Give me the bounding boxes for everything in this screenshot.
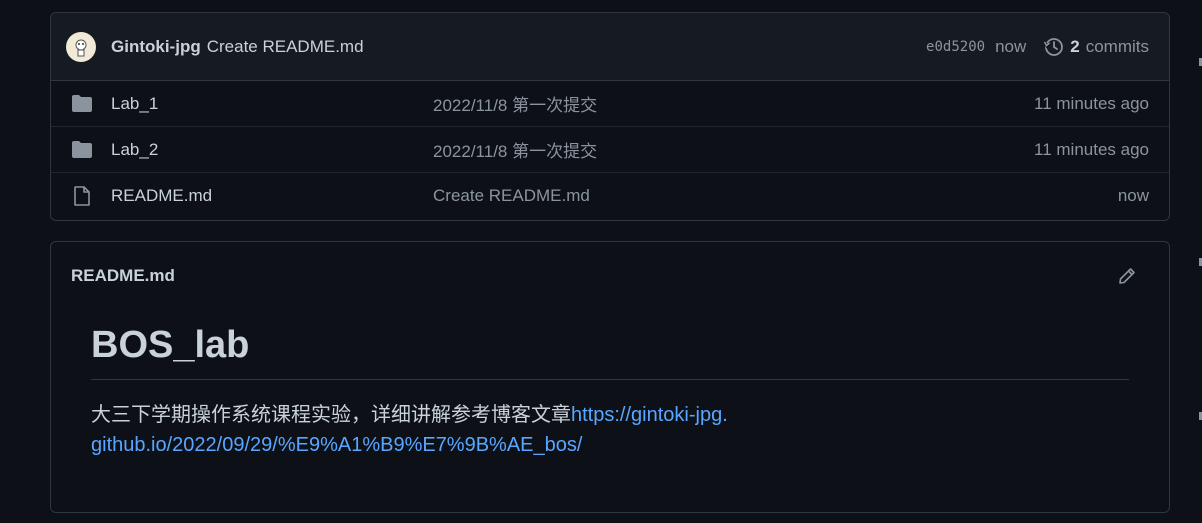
- latest-commit-bar: Gintoki-jpg Create README.md e0d5200 now…: [51, 13, 1169, 81]
- file-time: 11 minutes ago: [1034, 139, 1149, 159]
- file-row[interactable]: Lab_2 2022/11/8 第一次提交 11 minutes ago: [51, 127, 1169, 173]
- file-time: now: [1117, 186, 1149, 205]
- file-name[interactable]: Lab_1: [111, 94, 433, 114]
- readme-header: README.md: [51, 242, 1169, 310]
- readme-content: BOS_lab 大三下学期操作系统课程实验，详细讲解参考博客文章https://…: [51, 310, 1169, 460]
- commit-count: 2: [1070, 36, 1080, 56]
- file-commit-message[interactable]: Create README.md: [433, 186, 1118, 206]
- readme-panel: README.md BOS_lab 大三下学期操作系统课程实验，详细讲解参考博客…: [50, 241, 1170, 513]
- file-row[interactable]: README.md Create README.md now: [51, 173, 1169, 219]
- readme-filename[interactable]: README.md: [71, 266, 175, 286]
- file-icon: [71, 185, 93, 207]
- file-browser: Gintoki-jpg Create README.md e0d5200 now…: [50, 12, 1170, 221]
- folder-icon: [71, 139, 93, 161]
- commit-time: now: [995, 36, 1027, 56]
- edit-readme-button[interactable]: [1115, 264, 1139, 288]
- file-row[interactable]: Lab_1 2022/11/8 第一次提交 11 minutes ago: [51, 81, 1169, 127]
- file-name[interactable]: README.md: [111, 186, 433, 206]
- commit-count-label: commits: [1085, 36, 1149, 56]
- commits-history-link[interactable]: 2 commits: [1044, 37, 1149, 57]
- commit-author[interactable]: Gintoki-jpg: [111, 37, 201, 57]
- file-time: 11 minutes ago: [1034, 93, 1149, 113]
- file-commit-message[interactable]: 2022/11/8 第一次提交: [433, 91, 1034, 116]
- file-name[interactable]: Lab_2: [111, 140, 433, 160]
- readme-paragraph: 大三下学期操作系统课程实验，详细讲解参考博客文章https://gintoki-…: [91, 400, 731, 460]
- pencil-icon: [1119, 268, 1135, 284]
- commit-sha[interactable]: e0d5200: [926, 39, 985, 55]
- folder-icon: [71, 93, 93, 115]
- file-commit-message[interactable]: 2022/11/8 第一次提交: [433, 137, 1034, 162]
- commit-message[interactable]: Create README.md: [207, 37, 364, 57]
- avatar[interactable]: [66, 31, 96, 62]
- avatar-image: [75, 39, 87, 56]
- readme-text: 大三下学期操作系统课程实验，详细讲解参考博客文章: [91, 404, 571, 426]
- readme-heading: BOS_lab: [91, 310, 1129, 380]
- history-icon: [1044, 37, 1064, 56]
